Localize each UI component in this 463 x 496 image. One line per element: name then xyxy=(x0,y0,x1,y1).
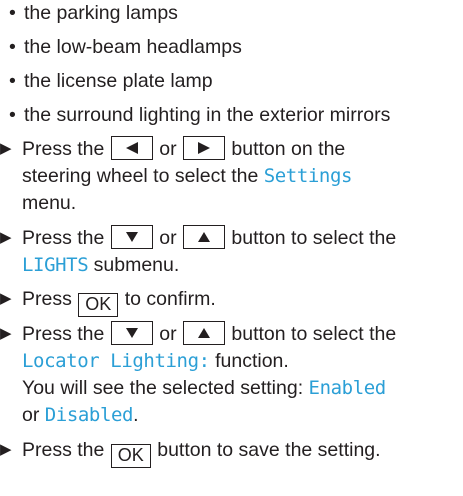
step-text: menu. xyxy=(22,192,77,214)
step-text: Press xyxy=(22,288,72,310)
step-text: function. xyxy=(215,350,289,372)
step-1-continuation: steering wheel to select the Settings xyxy=(22,163,352,189)
step-text: to confirm. xyxy=(124,288,216,310)
bullet-item: • the surround lighting in the exterior m… xyxy=(9,102,390,128)
ok-key: OK xyxy=(78,293,119,317)
step-3: ▶ Press OK to confirm. xyxy=(0,286,216,317)
instruction-page: • the parking lamps • the low-beam headlam… xyxy=(0,0,463,496)
step-arrow-icon: ▶ xyxy=(0,140,12,157)
bullet-item: • the parking lamps xyxy=(9,0,178,26)
bullet-text: the license plate lamp xyxy=(24,70,213,92)
step-2-continuation: LIGHTS submenu. xyxy=(22,252,179,278)
display-enabled-option: Enabled xyxy=(308,377,387,399)
step-text: button to select the xyxy=(231,227,397,249)
ok-key: OK xyxy=(110,444,151,468)
left-key-icon xyxy=(110,136,153,160)
bullet-text: the parking lamps xyxy=(24,2,178,24)
step-text: Press the xyxy=(22,439,105,461)
step-text: Press the xyxy=(22,227,105,249)
step-1-continuation: menu. xyxy=(22,190,76,216)
step-4: ▶ Press the or button to select the xyxy=(0,321,396,347)
display-settings-menu: Settings xyxy=(263,165,353,187)
step-arrow-icon: ▶ xyxy=(0,441,12,458)
step-text: or xyxy=(159,227,177,249)
right-key-icon xyxy=(182,136,225,160)
display-lights-submenu: LIGHTS xyxy=(22,254,89,276)
step-text: Press the xyxy=(22,138,105,160)
step-text: or xyxy=(22,404,40,426)
down-key-icon xyxy=(110,321,153,345)
bullet-text: the surround lighting in the exterior mi… xyxy=(24,104,391,126)
up-key-icon xyxy=(182,321,225,345)
bullet-item: • the license plate lamp xyxy=(9,68,213,94)
step-arrow-icon: ▶ xyxy=(0,229,12,246)
step-text: submenu. xyxy=(93,254,180,276)
step-text: or xyxy=(159,323,177,345)
step-4-continuation: or Disabled. xyxy=(22,402,139,428)
step-4-continuation: You will see the selected setting: Enabl… xyxy=(22,375,386,401)
step-text: button to select the xyxy=(231,323,397,345)
step-4-continuation: Locator Lighting: function. xyxy=(22,348,289,374)
step-text: You will see the selected setting: xyxy=(22,377,304,399)
up-key-icon xyxy=(182,225,225,249)
step-2: ▶ Press the or button to select the xyxy=(0,225,396,251)
down-key-icon xyxy=(110,225,153,249)
bullet-marker: • xyxy=(9,104,16,126)
bullet-item: • the low-beam headlamps xyxy=(9,34,242,60)
bullet-marker: • xyxy=(9,2,16,24)
step-arrow-icon: ▶ xyxy=(0,290,12,307)
step-text: or xyxy=(159,138,177,160)
step-text: steering wheel to select the xyxy=(22,165,259,187)
step-text: Press the xyxy=(22,323,105,345)
display-disabled-option: Disabled xyxy=(44,404,134,426)
bullet-marker: • xyxy=(9,36,16,58)
display-locator-lighting-function: Locator Lighting: xyxy=(22,350,210,372)
step-1: ▶ Press the or button on the xyxy=(0,136,345,162)
step-text: button on the xyxy=(231,138,346,160)
bullet-marker: • xyxy=(9,70,16,92)
step-arrow-icon: ▶ xyxy=(0,325,12,342)
step-text: button to save the setting. xyxy=(157,439,381,461)
bullet-text: the low-beam headlamps xyxy=(24,36,242,58)
step-5: ▶ Press the OK button to save the setting… xyxy=(0,437,381,468)
step-text: . xyxy=(133,404,139,426)
